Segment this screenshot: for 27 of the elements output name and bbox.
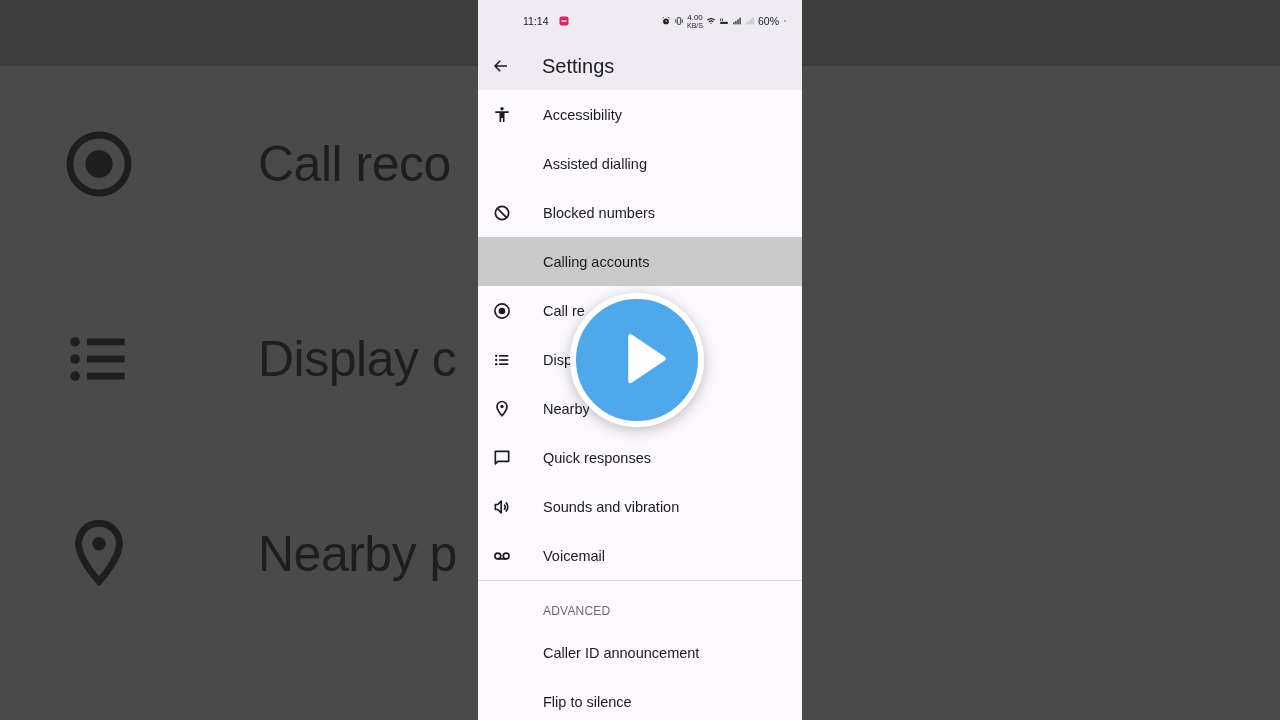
charging-dot-icon: [782, 18, 788, 24]
settings-item[interactable]: Nearby: [478, 384, 802, 433]
settings-item[interactable]: Accessibility: [478, 90, 802, 139]
settings-item[interactable]: Assisted dialling: [478, 139, 802, 188]
app-notification-icon: [557, 15, 570, 27]
vibrate-icon: [674, 16, 685, 26]
settings-item[interactable]: Caller ID announcement: [478, 628, 802, 677]
settings-item[interactable]: Calling accounts: [478, 237, 802, 286]
screen-title: Settings: [542, 54, 615, 78]
settings-item[interactable]: Disp: [478, 335, 802, 384]
settings-item[interactable]: Voicemail: [478, 531, 802, 580]
volte-icon: [719, 16, 729, 26]
battery-text: 60%: [758, 15, 779, 27]
record-icon: [492, 300, 512, 321]
back-arrow-icon: [492, 57, 510, 75]
settings-item[interactable]: Call re: [478, 286, 802, 335]
settings-item[interactable]: Quick responses: [478, 433, 802, 482]
section-header: ADVANCED: [543, 604, 611, 618]
accessibility-icon: [492, 104, 512, 125]
settings-item[interactable]: Blocked numbers: [478, 188, 802, 237]
settings-item[interactable]: Sounds and vibration: [478, 482, 802, 531]
alarm-icon: [661, 16, 672, 26]
settings-item[interactable]: Flip to silence: [478, 677, 802, 720]
signal-icon: [745, 16, 755, 26]
network-speed-text: 4.00: [687, 13, 703, 22]
signal-icon: [732, 16, 742, 26]
clock-text: 11:14: [523, 15, 549, 27]
